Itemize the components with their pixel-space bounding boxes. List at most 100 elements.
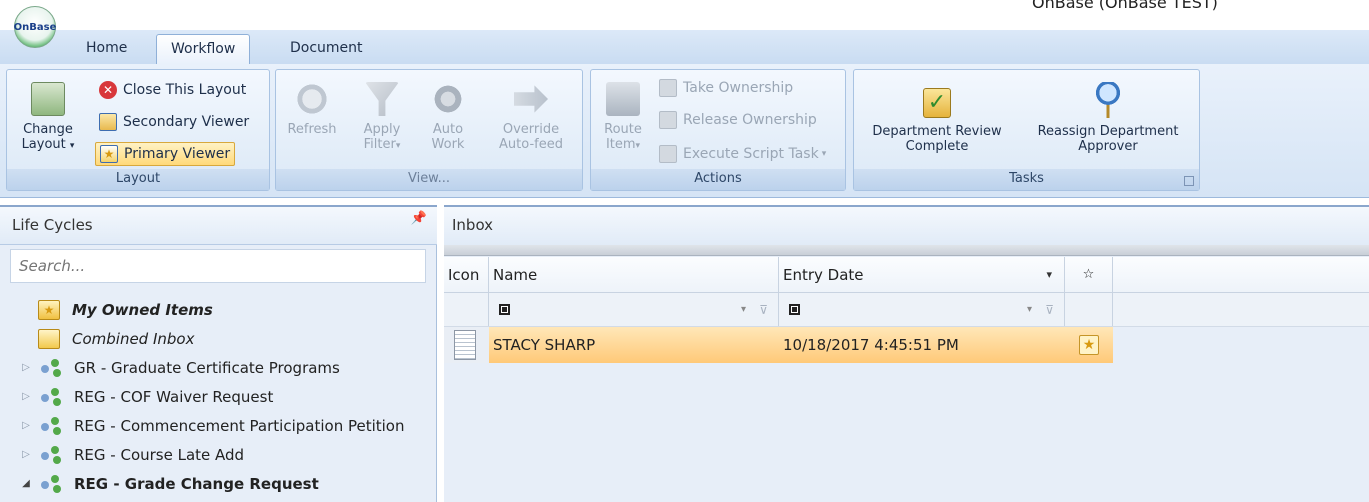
route-icon [606, 82, 640, 116]
life-cycles-title: Life Cycles [12, 216, 93, 234]
inbox-header: Inbox [444, 205, 1369, 245]
combined-inbox-label: Combined Inbox [72, 329, 195, 348]
primary-viewer-star-icon: ★ [100, 145, 118, 163]
dropdown-arrow-icon: ▾ [821, 149, 827, 159]
override-label-1: Override [502, 122, 560, 137]
execute-script-label: Execute Script Task [683, 146, 819, 162]
layout-icon [31, 82, 65, 116]
life-cycle-label: REG - COF Waiver Request [74, 387, 274, 406]
refresh-button[interactable]: Refresh [282, 82, 342, 137]
ribbon: Change Layout ▾ ✕ Close This Layout Seco… [0, 64, 1369, 198]
reassign-label-2: Approver [1078, 139, 1138, 154]
clear-filter-icon[interactable]: ⊽ [759, 303, 768, 317]
row-icon-cell [444, 327, 489, 363]
life-cycle-item[interactable]: ▷ GR - Graduate Certificate Programs [0, 353, 437, 382]
reassign-department-approver-button[interactable]: Reassign Department Approver [1022, 82, 1194, 154]
script-icon [659, 145, 677, 163]
expand-arrow-icon[interactable]: ▷ [18, 449, 34, 460]
collapse-arrow-icon[interactable]: ◢ [18, 478, 34, 489]
life-cycle-label: GR - Graduate Certificate Programs [74, 358, 340, 377]
expand-arrow-icon[interactable]: ▷ [18, 362, 34, 373]
filter-cell-name[interactable]: ▾ ⊽ [489, 293, 779, 326]
column-menu-arrow-icon[interactable]: ▾ [1046, 268, 1052, 281]
grid-filter-row: ▾ ⊽ ▾ ⊽ [444, 293, 1369, 327]
override-auto-feed-button[interactable]: Override Auto-feed [488, 82, 574, 152]
entry-date-header-label: Entry Date [783, 265, 864, 284]
filter-operator-icon[interactable] [789, 304, 800, 315]
onbase-logo[interactable]: OnBase [14, 6, 56, 48]
dropdown-arrow-icon: ▾ [395, 141, 401, 151]
pin-icon[interactable]: 📌 [411, 211, 427, 226]
refresh-icon [295, 82, 329, 116]
lifecycle-icon [40, 416, 64, 436]
auto-work-button[interactable]: Auto Work [420, 82, 476, 152]
inbox-splitter[interactable] [444, 245, 1369, 256]
life-cycle-item[interactable]: ▷ REG - Course Late Add [0, 440, 437, 469]
column-header-entry-date[interactable]: Entry Date ▾ [779, 257, 1065, 292]
execute-script-task-button[interactable]: Execute Script Task ▾ [655, 142, 830, 166]
title-bar: OnBase OnBase (OnBase TEST) [0, 0, 1369, 48]
filter-cell-star [1065, 293, 1113, 326]
tab-workflow[interactable]: Workflow [156, 34, 251, 64]
secondary-viewer-label: Secondary Viewer [123, 114, 250, 130]
life-cycle-item[interactable]: ▷ REG - Commencement Participation Petit… [0, 411, 437, 440]
owned-star-icon: ★ [1079, 335, 1099, 355]
take-ownership-button[interactable]: Take Ownership [655, 76, 797, 100]
filter-cell-entry-date[interactable]: ▾ ⊽ [779, 293, 1065, 326]
filter-icon [365, 82, 399, 116]
gear-icon [431, 82, 465, 116]
ribbon-group-layout: Change Layout ▾ ✕ Close This Layout Seco… [6, 69, 270, 191]
department-review-label-2: Complete [905, 139, 969, 154]
life-cycles-search-input[interactable] [10, 249, 426, 283]
lifecycle-icon [40, 387, 64, 407]
tab-document[interactable]: Document [276, 34, 377, 64]
secondary-viewer-button[interactable]: Secondary Viewer [95, 110, 253, 134]
close-icon: ✕ [99, 81, 117, 99]
life-cycle-label: REG - Commencement Participation Petitio… [74, 416, 405, 435]
arrow-right-icon [514, 85, 548, 113]
release-ownership-icon [659, 111, 677, 129]
column-header-name[interactable]: Name [489, 257, 779, 292]
filter-dropdown-icon[interactable]: ▾ [1027, 304, 1032, 315]
expand-arrow-icon[interactable]: ▷ [18, 420, 34, 431]
owned-star-icon: ★ [38, 299, 60, 320]
release-ownership-button[interactable]: Release Ownership [655, 108, 821, 132]
life-cycle-item[interactable]: ▷ REG - COF Waiver Request [0, 382, 437, 411]
release-ownership-label: Release Ownership [683, 112, 817, 128]
table-row[interactable]: STACY SHARP 10/18/2017 4:45:51 PM ★ [444, 327, 1113, 363]
column-header-icon[interactable]: Icon [444, 257, 489, 292]
apply-filter-button[interactable]: Apply Filter▾ [352, 82, 412, 154]
route-item-button[interactable]: Route Item▾ [597, 82, 649, 154]
layout-group-label: Layout [7, 169, 269, 190]
dialog-launcher-icon[interactable] [1184, 176, 1194, 186]
close-layout-button[interactable]: ✕ Close This Layout [95, 78, 250, 102]
combined-inbox[interactable]: Combined Inbox [0, 324, 437, 353]
auto-work-label-2: Work [431, 137, 465, 152]
lifecycle-icon [40, 358, 64, 378]
inbox-grid: Icon Name Entry Date ▾ ☆ ▾ ⊽ ▾ ⊽ STACY S… [444, 257, 1369, 363]
expand-arrow-icon[interactable]: ▷ [18, 391, 34, 402]
apply-filter-label-1: Apply [363, 122, 401, 137]
route-label-2: Item [605, 137, 636, 152]
tab-home[interactable]: Home [72, 34, 141, 64]
dropdown-arrow-icon: ▾ [635, 141, 641, 151]
life-cycle-item[interactable]: ◢ REG - Grade Change Request [0, 469, 437, 498]
clipboard-check-icon: ✓ [923, 88, 951, 118]
actions-group-label: Actions [591, 169, 845, 190]
department-review-complete-button[interactable]: ✓ Department Review Complete [862, 88, 1012, 154]
ribbon-group-actions: Route Item▾ Take Ownership Release Owner… [590, 69, 846, 191]
filter-dropdown-icon[interactable]: ▾ [741, 304, 746, 315]
row-star-cell: ★ [1065, 335, 1113, 355]
lifecycle-icon [40, 474, 64, 494]
filter-operator-icon[interactable] [499, 304, 510, 315]
grid-header-row: Icon Name Entry Date ▾ ☆ [444, 257, 1369, 293]
column-header-star[interactable]: ☆ [1065, 257, 1113, 292]
primary-viewer-button[interactable]: ★ Primary Viewer [95, 142, 236, 166]
clear-filter-icon[interactable]: ⊽ [1045, 303, 1054, 317]
ribbon-tab-strip: Home Workflow Document [0, 30, 1369, 64]
life-cycles-header: Life Cycles 📌 [0, 205, 437, 245]
my-owned-items[interactable]: ★ My Owned Items [0, 295, 437, 324]
secondary-viewer-icon [99, 113, 117, 131]
change-layout-button[interactable]: Change Layout ▾ [11, 82, 85, 154]
lifecycle-icon [40, 445, 64, 465]
